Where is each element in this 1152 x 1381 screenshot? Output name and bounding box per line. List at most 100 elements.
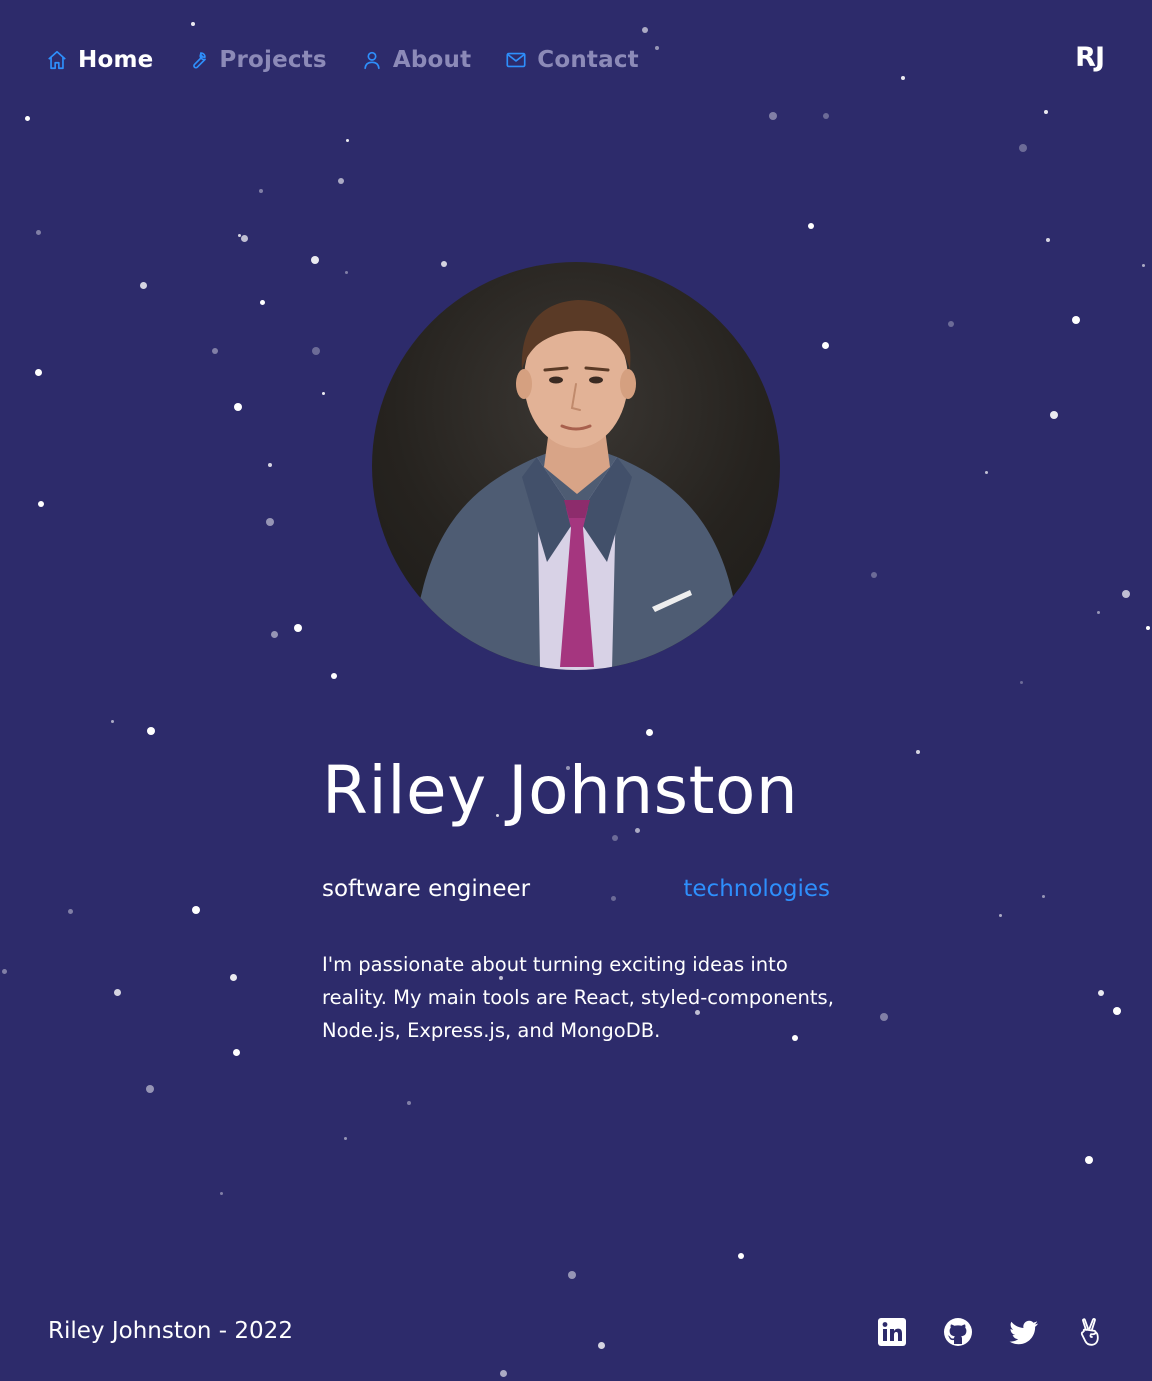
hero-name: Riley Johnston <box>322 752 799 829</box>
star-dot <box>311 256 319 264</box>
wrench-icon <box>193 52 207 69</box>
star-dot <box>808 223 814 229</box>
social-links <box>876 1316 1106 1348</box>
star-dot <box>1050 411 1058 419</box>
star-dot <box>219 1191 223 1195</box>
star-dot <box>338 178 344 184</box>
star-dot <box>259 189 263 193</box>
nav-label-about: About <box>392 47 472 73</box>
nav-item-home[interactable]: Home <box>46 47 153 73</box>
star-dot <box>212 348 218 354</box>
star-dot <box>146 1085 154 1093</box>
star-dot <box>871 572 877 578</box>
star-dot <box>597 1341 605 1349</box>
star-dot <box>35 229 41 235</box>
portfolio-page: Home Projects About Contact RJ Riley Joh… <box>0 0 1152 1381</box>
star-dot <box>901 76 905 80</box>
star-dot <box>268 463 272 467</box>
star-dot <box>1019 680 1023 684</box>
star-dot <box>612 835 618 841</box>
hero-bio: I'm passionate about turning exciting id… <box>322 953 834 1042</box>
star-dot <box>1072 316 1080 324</box>
angellist-link[interactable] <box>1074 1316 1106 1348</box>
star-dot <box>823 113 829 119</box>
footer-copyright: Riley Johnston - 2022 <box>48 1318 293 1344</box>
star-dot <box>113 988 121 996</box>
user-icon <box>364 51 380 70</box>
star-dot <box>499 1369 507 1377</box>
star-dot <box>407 1101 411 1105</box>
star-dot <box>1113 1007 1121 1015</box>
star-dot <box>321 391 325 395</box>
technologies-link[interactable]: technologies <box>683 876 830 902</box>
profile-photo-illustration <box>402 300 750 670</box>
nav-item-about[interactable]: About <box>361 47 471 73</box>
star-dot <box>147 727 155 735</box>
star-dot <box>1096 610 1100 614</box>
nav-item-projects[interactable]: Projects <box>187 47 327 73</box>
star-dot <box>345 138 349 142</box>
star-dot <box>645 728 653 736</box>
github-icon <box>944 1318 972 1346</box>
star-dot <box>916 750 920 754</box>
twitter-link[interactable] <box>1008 1316 1040 1348</box>
star-dot <box>24 115 30 121</box>
star-dot <box>1146 626 1150 630</box>
star-dot <box>191 22 195 26</box>
nav-label-projects: Projects <box>219 47 327 73</box>
star-dot <box>232 1048 240 1056</box>
nav-label-home: Home <box>78 47 154 73</box>
mail-icon <box>506 52 526 68</box>
star-dot <box>642 27 648 33</box>
star-dot <box>821 341 829 349</box>
star-dot <box>655 46 659 50</box>
home-icon <box>48 50 66 70</box>
hero-role: software engineer <box>322 876 531 902</box>
site-logo[interactable]: RJ <box>1075 42 1105 73</box>
star-dot <box>331 673 337 679</box>
star-dot <box>38 501 44 507</box>
star-dot <box>1041 894 1045 898</box>
star-dot <box>34 368 42 376</box>
star-dot <box>237 233 241 237</box>
starfield-background <box>0 0 1152 1381</box>
nav-label-contact: Contact <box>537 47 639 73</box>
star-dot <box>266 518 274 526</box>
star-dot <box>984 470 988 474</box>
star-dot <box>343 1136 347 1140</box>
star-dot <box>240 234 248 242</box>
linkedin-link[interactable] <box>876 1316 908 1348</box>
star-dot <box>344 270 348 274</box>
star-dot <box>234 403 242 411</box>
star-dot <box>948 321 954 327</box>
star-dot <box>998 913 1002 917</box>
star-dot <box>294 624 302 632</box>
star-dot <box>568 1271 576 1279</box>
star-dot <box>1046 238 1050 242</box>
star-dot <box>1044 110 1048 114</box>
star-dot <box>441 261 447 267</box>
star-dot <box>139 281 147 289</box>
star-dot <box>1122 590 1130 598</box>
star-dot <box>229 973 237 981</box>
star-dot <box>312 347 320 355</box>
star-dot <box>769 112 777 120</box>
linkedin-icon <box>878 1318 906 1346</box>
star-dot <box>67 908 73 914</box>
hero-subtitle-row: software engineer technologies <box>322 876 830 902</box>
star-dot <box>880 1013 888 1021</box>
star-dot <box>110 719 114 723</box>
star-dot <box>192 906 200 914</box>
star-dot <box>1098 990 1104 996</box>
twitter-icon <box>1009 1320 1038 1345</box>
github-link[interactable] <box>942 1316 974 1348</box>
star-dot <box>1019 144 1027 152</box>
star-dot <box>1085 1156 1093 1164</box>
star-dot <box>259 299 265 305</box>
star-dot <box>270 630 278 638</box>
angellist-icon <box>1080 1318 1099 1346</box>
star-dot <box>738 1253 744 1259</box>
main-nav: Home Projects About Contact <box>46 42 639 78</box>
star-dot <box>1 968 7 974</box>
nav-item-contact[interactable]: Contact <box>505 47 639 73</box>
